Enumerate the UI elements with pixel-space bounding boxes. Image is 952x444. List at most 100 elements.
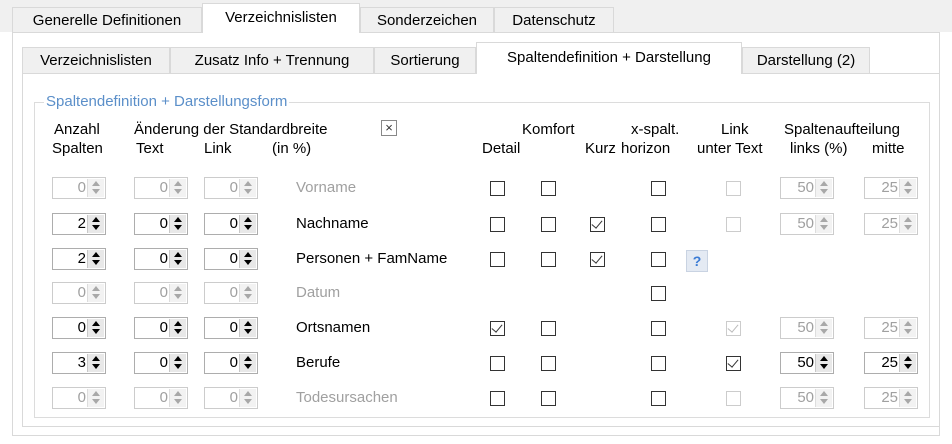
spin-arrows-icon[interactable]: [87, 215, 104, 233]
komfort-checkbox[interactable]: [541, 321, 556, 336]
split-mitte-spinner: 25: [864, 213, 918, 235]
spin-arrows-icon: [899, 319, 916, 337]
spin-arrows-icon[interactable]: [87, 250, 104, 268]
arrow-up-icon: [174, 356, 182, 361]
link-width-spinner-value: 0: [229, 215, 238, 232]
spin-arrows-icon[interactable]: [169, 354, 186, 372]
spin-arrows-icon[interactable]: [169, 250, 186, 268]
komfort-checkbox[interactable]: [541, 391, 556, 406]
link-unter-text-checkbox: [726, 181, 741, 196]
spin-arrows-icon: [815, 389, 832, 407]
kurz-checkbox[interactable]: [590, 217, 605, 232]
link-width-spinner[interactable]: 0: [204, 352, 258, 374]
arrow-down-icon: [820, 189, 828, 194]
tab-verzeichnislisten-inner[interactable]: Verzeichnislisten: [22, 47, 170, 73]
link-width-spinner: 0: [204, 387, 258, 409]
spin-arrows-icon[interactable]: [169, 319, 186, 337]
text-width-spinner[interactable]: 0: [134, 317, 188, 339]
text-width-spinner[interactable]: 0: [134, 352, 188, 374]
arrow-up-icon: [174, 321, 182, 326]
tab-datenschutz[interactable]: Datenschutz: [494, 7, 614, 32]
split-links-spinner: 50: [780, 387, 834, 409]
text-width-spinner-value: 0: [159, 389, 168, 406]
split-links-spinner[interactable]: 50: [780, 352, 834, 374]
split-mitte-spinner[interactable]: 25: [864, 352, 918, 374]
komfort-checkbox[interactable]: [541, 252, 556, 267]
x-spalt-checkbox[interactable]: [651, 181, 666, 196]
detail-checkbox[interactable]: [490, 252, 505, 267]
spin-arrows-icon[interactable]: [239, 250, 256, 268]
arrow-up-icon: [904, 181, 912, 186]
spin-arrows-icon[interactable]: [239, 215, 256, 233]
link-width-spinner[interactable]: 0: [204, 248, 258, 270]
tab-darstellung-2[interactable]: Darstellung (2): [742, 47, 870, 73]
detail-checkbox[interactable]: [490, 181, 505, 196]
help-button[interactable]: ?: [686, 250, 708, 272]
split-mitte-spinner: 25: [864, 177, 918, 199]
link-unter-text-checkbox[interactable]: [726, 356, 741, 371]
text-width-spinner[interactable]: 0: [134, 213, 188, 235]
tab-verzeichnislisten[interactable]: Verzeichnislisten: [202, 3, 360, 33]
komfort-checkbox[interactable]: [541, 356, 556, 371]
kurz-checkbox[interactable]: [590, 252, 605, 267]
split-links-spinner-value: 50: [797, 319, 814, 336]
detail-checkbox[interactable]: [490, 321, 505, 336]
tab-zusatz-info-trennung[interactable]: Zusatz Info + Trennung: [170, 47, 374, 73]
komfort-checkbox[interactable]: [541, 217, 556, 232]
link-width-spinner[interactable]: 0: [204, 213, 258, 235]
split-mitte-spinner-value: 25: [881, 319, 898, 336]
tab-spaltendefinition-darstellung[interactable]: Spaltendefinition + Darstellung: [476, 42, 742, 74]
x-spalt-checkbox[interactable]: [651, 321, 666, 336]
arrow-down-icon: [174, 260, 182, 265]
tab-sonderzeichen[interactable]: Sonderzeichen: [360, 7, 494, 32]
detail-checkbox[interactable]: [490, 356, 505, 371]
arrow-up-icon: [904, 391, 912, 396]
detail-checkbox[interactable]: [490, 217, 505, 232]
arrow-up-icon: [174, 252, 182, 257]
tab-sortierung[interactable]: Sortierung: [374, 47, 476, 73]
link-width-spinner[interactable]: 0: [204, 317, 258, 339]
anzahl-spinner[interactable]: 3: [52, 352, 106, 374]
reset-widths-button[interactable]: ×: [381, 120, 397, 136]
x-spalt-checkbox[interactable]: [651, 391, 666, 406]
arrow-down-icon: [244, 294, 252, 299]
spin-arrows-icon[interactable]: [899, 354, 916, 372]
arrow-up-icon: [904, 217, 912, 222]
x-spalt-checkbox[interactable]: [651, 286, 666, 301]
split-mitte-spinner: 25: [864, 317, 918, 339]
x-spalt-checkbox[interactable]: [651, 252, 666, 267]
spin-arrows-icon[interactable]: [239, 319, 256, 337]
anzahl-spinner-value: 0: [77, 179, 86, 196]
spin-arrows-icon: [87, 389, 104, 407]
arrow-up-icon: [904, 356, 912, 361]
anzahl-spinner[interactable]: 2: [52, 248, 106, 270]
anzahl-spinner[interactable]: 0: [52, 317, 106, 339]
detail-checkbox[interactable]: [490, 391, 505, 406]
row-label: Todesursachen: [296, 389, 398, 406]
arrow-down-icon: [904, 329, 912, 334]
spin-arrows-icon[interactable]: [87, 319, 104, 337]
komfort-checkbox[interactable]: [541, 181, 556, 196]
checkmark-icon: [591, 217, 603, 229]
arrow-up-icon: [92, 252, 100, 257]
text-width-spinner: 0: [134, 177, 188, 199]
row-label: Nachname: [296, 215, 369, 232]
text-width-spinner-value: 0: [159, 179, 168, 196]
spin-arrows-icon[interactable]: [87, 354, 104, 372]
checkmark-icon: [727, 321, 739, 333]
tab-generelle-definitionen[interactable]: Generelle Definitionen: [12, 7, 202, 32]
arrow-up-icon: [92, 286, 100, 291]
anzahl-spinner[interactable]: 2: [52, 213, 106, 235]
spin-arrows-icon[interactable]: [815, 354, 832, 372]
x-spalt-checkbox[interactable]: [651, 217, 666, 232]
arrow-up-icon: [820, 391, 828, 396]
anzahl-spinner: 0: [52, 282, 106, 304]
x-spalt-checkbox[interactable]: [651, 356, 666, 371]
spin-arrows-icon[interactable]: [239, 354, 256, 372]
text-width-spinner[interactable]: 0: [134, 248, 188, 270]
arrow-down-icon: [244, 189, 252, 194]
spin-arrows-icon[interactable]: [169, 215, 186, 233]
spin-arrows-icon: [169, 284, 186, 302]
arrow-up-icon: [904, 321, 912, 326]
split-links-spinner: 50: [780, 177, 834, 199]
